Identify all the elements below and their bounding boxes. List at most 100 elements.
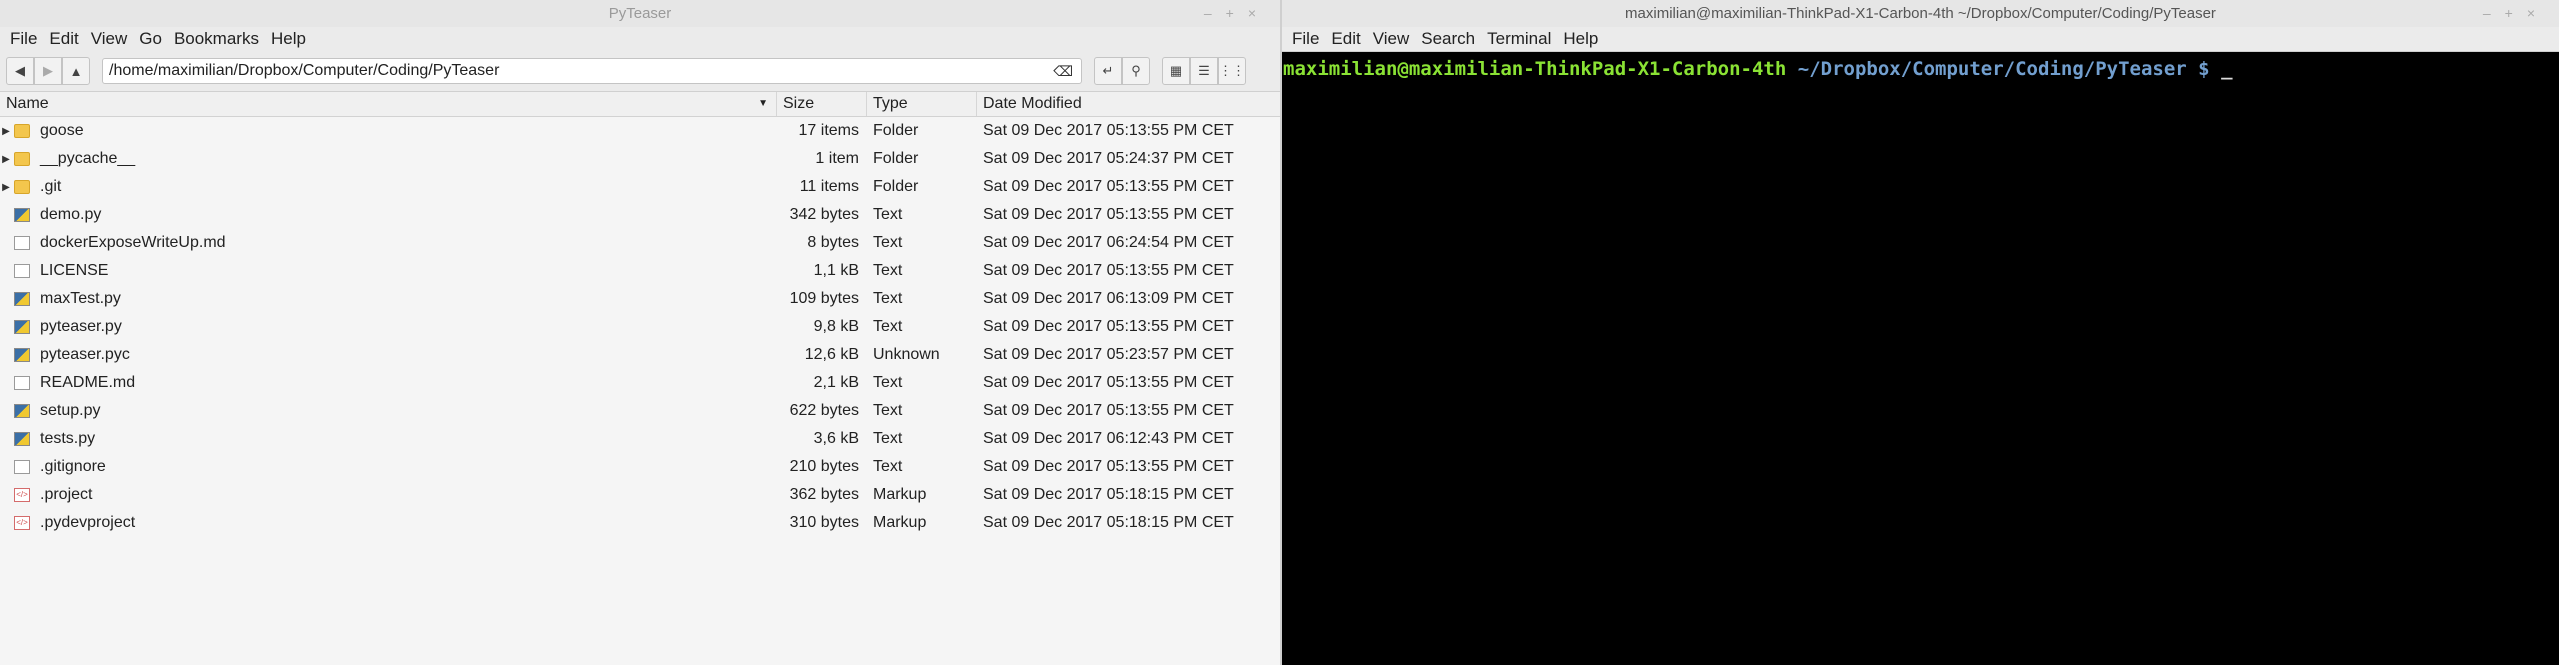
terminal-menu-view[interactable]: View: [1367, 29, 1416, 49]
file-row[interactable]: ▶ .git 11 items Folder Sat 09 Dec 2017 05:13…: [0, 173, 1280, 201]
terminal-menu-terminal[interactable]: Terminal: [1481, 29, 1557, 49]
file-row[interactable]: </> .pydevproject 310 bytes Markup Sat 09 De…: [0, 509, 1280, 537]
up-button[interactable]: ▲: [62, 57, 90, 85]
file-row[interactable]: pyteaser.py 9,8 kB Text Sat 09 Dec 2017 05:…: [0, 313, 1280, 341]
compact-view-button[interactable]: ⋮⋮: [1218, 57, 1246, 85]
file-row[interactable]: pyteaser.pyc 12,6 kB Unknown Sat 09 Dec 201…: [0, 341, 1280, 369]
file-type: Text: [873, 402, 903, 419]
file-row[interactable]: tests.py 3,6 kB Text Sat 09 Dec 2017 06:12:…: [0, 425, 1280, 453]
toggle-location-button[interactable]: ↵: [1094, 57, 1122, 85]
file-name: .git: [40, 178, 62, 195]
forward-button[interactable]: ▶: [34, 57, 62, 85]
icon-view-button[interactable]: ▦: [1162, 57, 1190, 85]
menu-edit[interactable]: Edit: [43, 29, 84, 49]
file-size: 342 bytes: [789, 206, 859, 223]
expander-arrow-icon[interactable]: ▶: [0, 126, 12, 137]
column-type-label: Type: [873, 95, 908, 112]
file-row[interactable]: README.md 2,1 kB Text Sat 09 Dec 2017 05:13…: [0, 369, 1280, 397]
minimize-icon[interactable]: –: [2483, 5, 2505, 21]
menu-go[interactable]: Go: [133, 29, 168, 49]
python-file-icon: [14, 208, 30, 222]
file-row[interactable]: maxTest.py 109 bytes Text Sat 09 Dec 2017 0…: [0, 285, 1280, 313]
file-row[interactable]: ▶ goose 17 items Folder Sat 09 Dec 2017 05:1…: [0, 117, 1280, 145]
file-date: Sat 09 Dec 2017 06:13:09 PM CET: [983, 290, 1234, 307]
window-controls: –+×: [1204, 0, 1270, 27]
maximize-icon[interactable]: +: [2505, 5, 2527, 21]
terminal-cursor: _: [2221, 58, 2233, 80]
file-name: README.md: [40, 374, 136, 391]
list-view-button[interactable]: ☰: [1190, 57, 1218, 85]
file-type: Folder: [873, 122, 919, 139]
file-date: Sat 09 Dec 2017 05:24:37 PM CET: [983, 150, 1234, 167]
file-name: .gitignore: [40, 458, 106, 475]
file-name-cell: README.md: [0, 374, 777, 392]
file-size: 2,1 kB: [813, 374, 859, 391]
close-icon[interactable]: ×: [2527, 5, 2549, 21]
file-date: Sat 09 Dec 2017 05:13:55 PM CET: [983, 402, 1234, 419]
terminal-titlebar[interactable]: maximilian@maximilian-ThinkPad-X1-Carbon…: [1282, 0, 2559, 27]
terminal-output[interactable]: maximilian@maximilian-ThinkPad-X1-Carbon…: [1282, 52, 2559, 80]
close-icon[interactable]: ×: [1248, 5, 1270, 21]
clear-location-icon[interactable]: ⌫: [1053, 63, 1073, 80]
file-name-cell: maxTest.py: [0, 290, 777, 308]
column-name-label: Name: [6, 95, 49, 112]
file-name-cell: demo.py: [0, 206, 777, 224]
terminal-menu-file[interactable]: File: [1286, 29, 1325, 49]
file-row[interactable]: setup.py 622 bytes Text Sat 09 Dec 2017 05:…: [0, 397, 1280, 425]
file-type: Folder: [873, 150, 919, 167]
menu-file[interactable]: File: [4, 29, 43, 49]
column-header: Name ▼ Size Type Date Modified: [0, 92, 1280, 117]
terminal-menu-edit[interactable]: Edit: [1325, 29, 1366, 49]
file-size: 3,6 kB: [813, 430, 859, 447]
column-date-header[interactable]: Date Modified: [977, 92, 1280, 116]
menu-view[interactable]: View: [85, 29, 134, 49]
prompt-path: ~/Dropbox/Computer/Coding/PyTeaser: [1797, 58, 2187, 80]
file-type: Markup: [873, 486, 927, 503]
minimize-icon[interactable]: –: [1204, 5, 1226, 21]
file-name-cell: ▶ __pycache__: [0, 150, 777, 168]
prompt-symbol: $: [2198, 58, 2210, 80]
search-button[interactable]: ⚲: [1122, 57, 1150, 85]
folder-icon: [14, 152, 30, 166]
menu-help[interactable]: Help: [265, 29, 312, 49]
back-button[interactable]: ◀: [6, 57, 34, 85]
file-name-cell: ▶ .git: [0, 178, 777, 196]
file-size: 17 items: [798, 122, 859, 139]
expander-arrow-icon[interactable]: ▶: [0, 182, 12, 193]
file-type: Unknown: [873, 346, 940, 363]
file-date: Sat 09 Dec 2017 05:13:55 PM CET: [983, 458, 1234, 475]
file-row[interactable]: demo.py 342 bytes Text Sat 09 Dec 2017 05:1…: [0, 201, 1280, 229]
location-path: /home/maximilian/Dropbox/Computer/Coding…: [109, 62, 500, 79]
file-type: Text: [873, 430, 903, 447]
location-bar[interactable]: /home/maximilian/Dropbox/Computer/Coding…: [102, 58, 1082, 84]
file-name: pyteaser.pyc: [40, 346, 130, 363]
sort-descending-icon: ▼: [758, 98, 768, 109]
terminal-title: maximilian@maximilian-ThinkPad-X1-Carbon…: [1625, 5, 2216, 22]
file-row[interactable]: dockerExposeWriteUp.md 8 bytes Text Sat 09 …: [0, 229, 1280, 257]
file-row[interactable]: ▶ __pycache__ 1 item Folder Sat 09 Dec 2017 …: [0, 145, 1280, 173]
expander-arrow-icon[interactable]: ▶: [0, 154, 12, 165]
menu-bookmarks[interactable]: Bookmarks: [168, 29, 265, 49]
file-date: Sat 09 Dec 2017 06:24:54 PM CET: [983, 234, 1234, 251]
file-name: setup.py: [40, 402, 101, 419]
file-name: LICENSE: [40, 262, 109, 279]
file-row[interactable]: LICENSE 1,1 kB Text Sat 09 Dec 2017 05:13:5…: [0, 257, 1280, 285]
menu-bar: File Edit View Go Bookmarks Help: [0, 27, 1280, 51]
terminal-menu-search[interactable]: Search: [1415, 29, 1481, 49]
terminal-menu-help[interactable]: Help: [1557, 29, 1604, 49]
file-name-cell: dockerExposeWriteUp.md: [0, 234, 777, 252]
file-date: Sat 09 Dec 2017 05:13:55 PM CET: [983, 262, 1234, 279]
file-row[interactable]: .gitignore 210 bytes Text Sat 09 Dec 2017 0…: [0, 453, 1280, 481]
column-name-header[interactable]: Name ▼: [0, 92, 777, 116]
file-date: Sat 09 Dec 2017 05:18:15 PM CET: [983, 486, 1234, 503]
arrow-up-icon: ▲: [69, 63, 83, 79]
column-size-header[interactable]: Size: [777, 92, 867, 116]
file-manager-titlebar[interactable]: PyTeaser –+×: [0, 0, 1280, 27]
maximize-icon[interactable]: +: [1226, 5, 1248, 21]
column-type-header[interactable]: Type: [867, 92, 977, 116]
python-file-icon: [14, 432, 30, 446]
file-name: goose: [40, 122, 84, 139]
file-row[interactable]: </> .project 362 bytes Markup Sat 09 Dec 201…: [0, 481, 1280, 509]
file-date: Sat 09 Dec 2017 05:18:15 PM CET: [983, 514, 1234, 531]
arrow-right-icon: ▶: [43, 63, 53, 78]
